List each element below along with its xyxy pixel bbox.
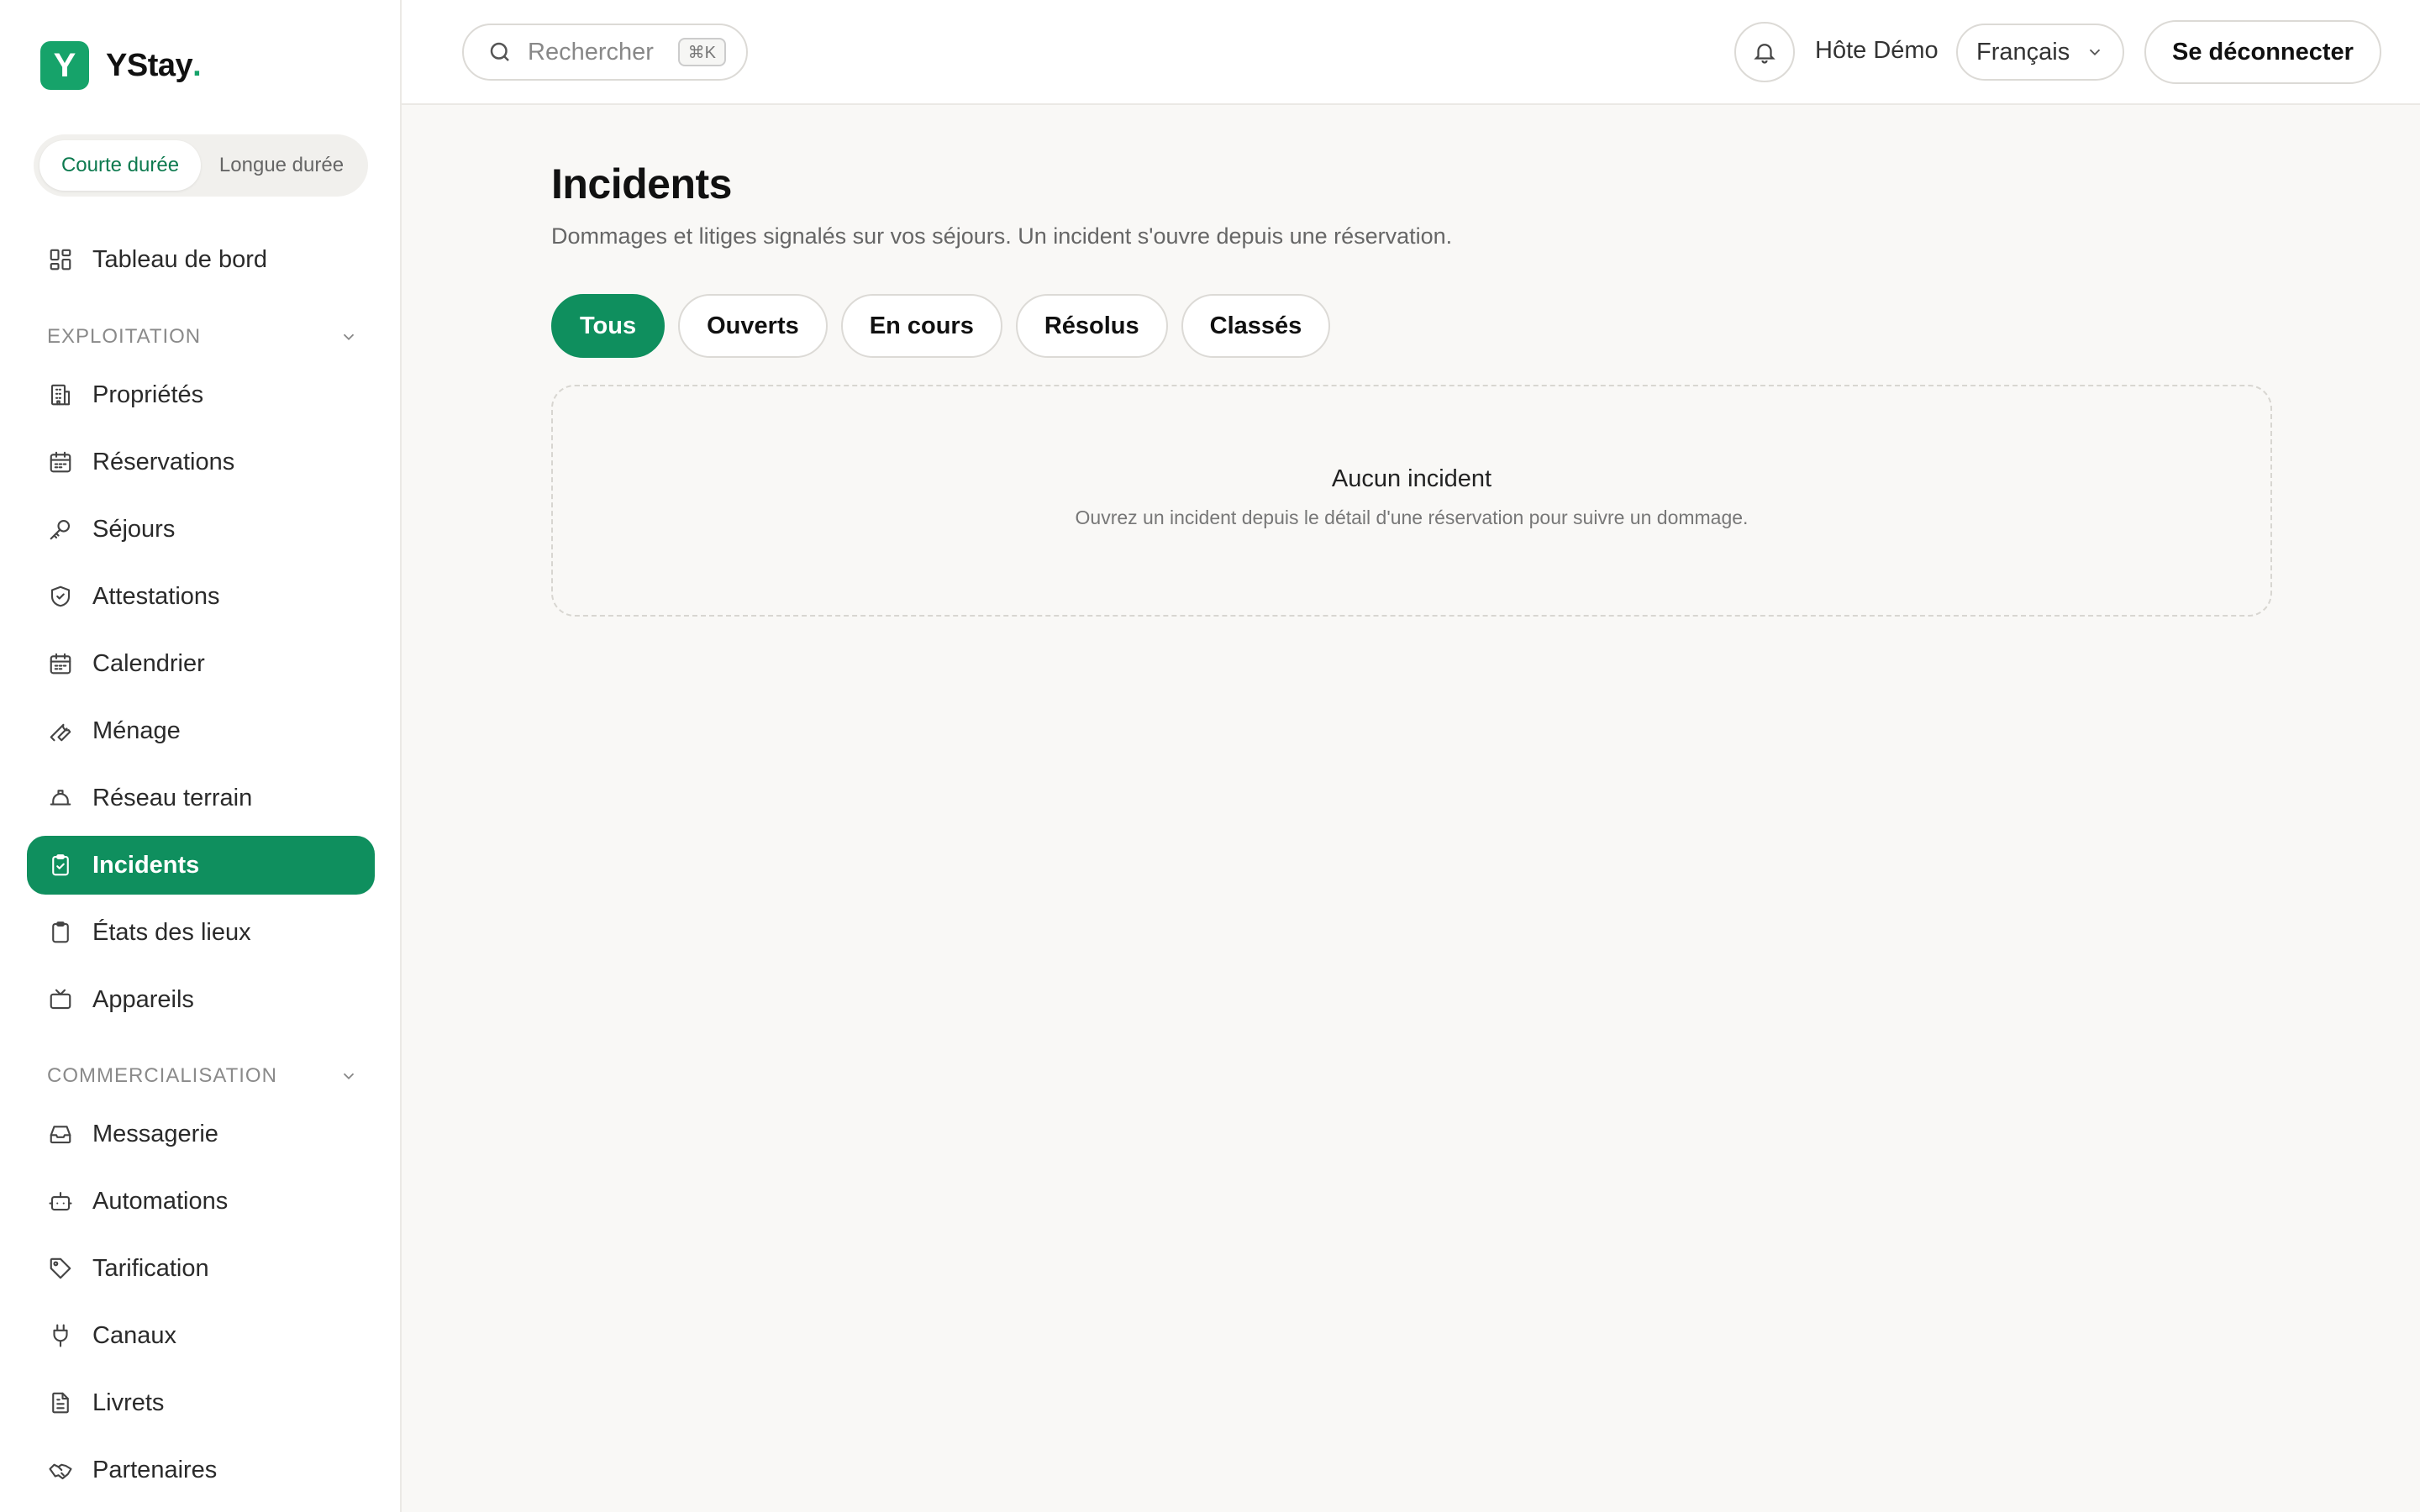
notifications-button[interactable] — [1734, 22, 1795, 82]
brand[interactable]: Y YStay. — [40, 41, 202, 90]
inbox-icon — [47, 1121, 74, 1147]
calendar-icon — [47, 650, 74, 677]
logo-icon: Y — [40, 41, 89, 90]
clipboard-icon — [47, 919, 74, 946]
app-root: Y YStay. Courte durée Longue durée Table… — [0, 0, 2420, 1512]
sidebar-item-label: Livrets — [92, 1389, 165, 1416]
sidebar-item-automations[interactable]: Automations — [27, 1172, 375, 1231]
sidebar-item-label: États des lieux — [92, 918, 251, 946]
sidebar-item-label: Propriétés — [92, 381, 204, 408]
search-icon — [490, 42, 509, 61]
user-name: Hôte Démo — [1815, 37, 1939, 64]
language-select[interactable]: Français — [1956, 24, 2124, 81]
brand-name: YStay — [106, 47, 193, 83]
sidebar-item-attestations[interactable]: Attestations — [27, 567, 375, 626]
filter-in-progress[interactable]: En cours — [840, 294, 1002, 358]
tag-icon — [47, 1255, 74, 1282]
wrench-icon — [47, 717, 74, 744]
chevron-down-icon — [343, 333, 355, 341]
calendar-icon — [47, 449, 74, 475]
sidebar-item-reservations[interactable]: Réservations — [27, 433, 375, 491]
empty-state: Aucun incident Ouvrez un incident depuis… — [551, 385, 2272, 617]
empty-state-title: Aucun incident — [1331, 465, 1492, 492]
mode-short-term-button[interactable]: Courte durée — [39, 140, 201, 191]
section-title: EXPLOITATION — [47, 325, 202, 348]
chevron-down-icon — [343, 1073, 355, 1080]
search-shortcut-badge: ⌘K — [677, 38, 726, 66]
sidebar: Y YStay. Courte durée Longue durée Table… — [0, 0, 402, 1512]
sidebar-item-label: Tableau de bord — [92, 245, 267, 273]
sidebar-item-stays[interactable]: Séjours — [27, 500, 375, 559]
search-placeholder: Rechercher — [528, 38, 654, 66]
topbar: Rechercher ⌘K Hôte Démo Français Se déco… — [402, 0, 2420, 105]
sidebar-item-cleaning[interactable]: Ménage — [27, 701, 375, 760]
status-filters: Tous Ouverts En cours Résolus Classés — [551, 294, 1344, 358]
sidebar-item-label: Incidents — [92, 851, 200, 879]
handshake-icon — [47, 1457, 74, 1483]
mode-long-term-button[interactable]: Longue durée — [201, 140, 362, 191]
sidebar-item-devices[interactable]: Appareils — [27, 970, 375, 1029]
sidebar-item-label: Séjours — [92, 515, 176, 543]
sidebar-item-label: Automations — [92, 1187, 229, 1215]
filter-open[interactable]: Ouverts — [678, 294, 828, 358]
clipboard-check-icon — [47, 852, 74, 879]
sidebar-item-label: Messagerie — [92, 1120, 218, 1147]
filter-resolved[interactable]: Résolus — [1015, 294, 1168, 358]
key-icon — [47, 516, 74, 543]
section-exploitation-header[interactable]: EXPLOITATION — [47, 320, 358, 354]
plug-icon — [47, 1322, 74, 1349]
sidebar-item-dashboard[interactable]: Tableau de bord — [27, 230, 375, 289]
sidebar-item-label: Ménage — [92, 717, 181, 744]
sidebar-item-partners[interactable]: Partenaires — [27, 1441, 375, 1499]
empty-state-description: Ouvrez un incident depuis le détail d'un… — [1075, 507, 1749, 528]
search-input[interactable]: Rechercher ⌘K — [462, 24, 748, 81]
sidebar-item-channels[interactable]: Canaux — [27, 1306, 375, 1365]
sidebar-item-label: Attestations — [92, 582, 220, 610]
sidebar-item-label: Calendrier — [92, 649, 205, 677]
page-title: Incidents — [551, 160, 732, 207]
section-title: COMMERCIALISATION — [47, 1064, 277, 1087]
dashboard-icon — [47, 246, 74, 273]
logout-button[interactable]: Se déconnecter — [2144, 20, 2381, 84]
sidebar-item-incidents[interactable]: Incidents — [27, 836, 375, 895]
sidebar-item-label: Réseau terrain — [92, 784, 253, 811]
rental-mode-switch: Courte durée Longue durée — [34, 134, 368, 197]
brand-dot: . — [192, 47, 202, 83]
sidebar-item-field-network[interactable]: Réseau terrain — [27, 769, 375, 827]
filter-closed[interactable]: Classés — [1181, 294, 1331, 358]
sidebar-item-label: Canaux — [92, 1321, 176, 1349]
sidebar-item-label: Appareils — [92, 985, 194, 1013]
sidebar-item-guidebooks[interactable]: Livrets — [27, 1373, 375, 1432]
sidebar-item-label: Partenaires — [92, 1456, 218, 1483]
chevron-down-icon — [2089, 49, 2101, 56]
tv-icon — [47, 986, 74, 1013]
language-value: Français — [1976, 38, 2070, 66]
bot-icon — [47, 1188, 74, 1215]
sidebar-item-calendar[interactable]: Calendrier — [27, 634, 375, 693]
file-text-icon — [47, 1389, 74, 1416]
sidebar-item-label: Réservations — [92, 448, 235, 475]
sidebar-item-pricing[interactable]: Tarification — [27, 1239, 375, 1298]
sidebar-item-label: Tarification — [92, 1254, 209, 1282]
building-icon — [47, 381, 74, 408]
sidebar-item-properties[interactable]: Propriétés — [27, 365, 375, 424]
hard-hat-icon — [47, 785, 74, 811]
section-commercialisation-header[interactable]: COMMERCIALISATION — [47, 1059, 358, 1093]
sidebar-item-inventory[interactable]: États des lieux — [27, 903, 375, 962]
bell-icon — [1754, 44, 1776, 64]
shield-check-icon — [47, 583, 74, 610]
filter-all[interactable]: Tous — [551, 294, 666, 358]
sidebar-item-messaging[interactable]: Messagerie — [27, 1105, 375, 1163]
page-subtitle: Dommages et litiges signalés sur vos séj… — [551, 223, 1453, 249]
